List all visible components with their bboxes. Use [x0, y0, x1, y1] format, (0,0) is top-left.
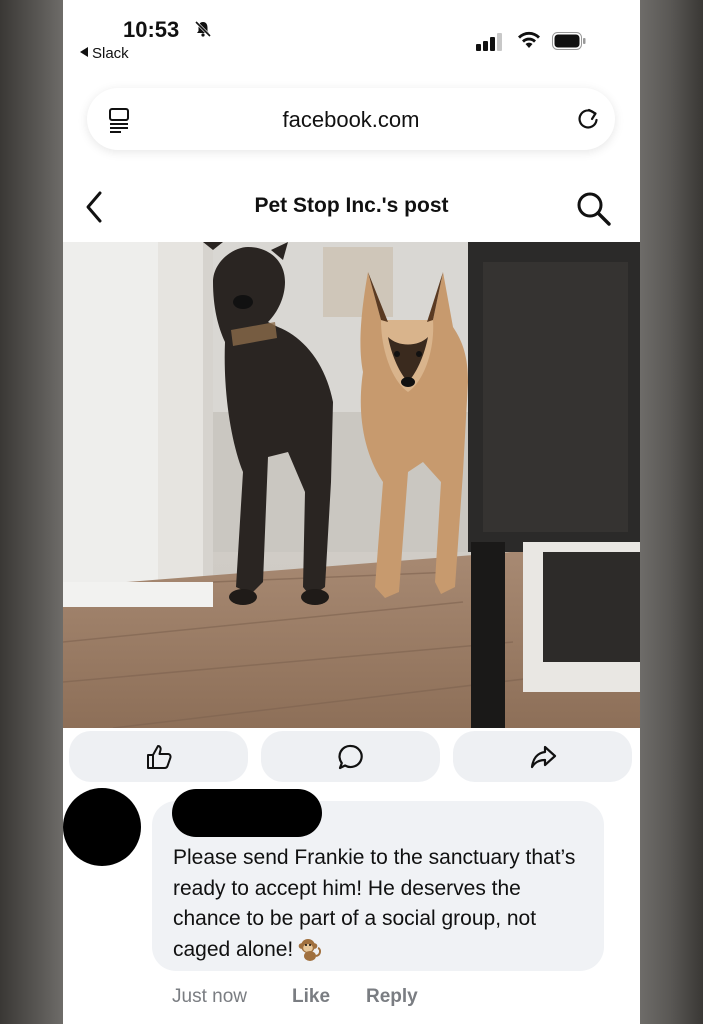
battery-icon [552, 32, 586, 50]
address-bar[interactable]: facebook.com [87, 88, 615, 150]
search-icon[interactable] [575, 190, 613, 228]
comment-bubble: Please send Frankie to the sanctuary tha… [152, 789, 604, 971]
comment-text: Please send Frankie to the sanctuary tha… [173, 846, 576, 961]
url-text[interactable]: facebook.com [87, 107, 615, 133]
comment-icon [337, 744, 363, 769]
post-photo[interactable] [63, 242, 640, 728]
like-icon [146, 744, 172, 769]
share-icon [530, 745, 556, 768]
monkey-emoji [298, 938, 322, 961]
comment-reply-link[interactable]: Reply [366, 986, 418, 1008]
like-button[interactable] [69, 731, 248, 782]
status-time: 10:53 [123, 17, 180, 42]
commenter-avatar[interactable] [63, 788, 141, 866]
redacted-commenter-name [172, 789, 322, 837]
comment-body: Please send Frankie to the sanctuary tha… [173, 843, 583, 965]
two-dogs-illustration [63, 242, 640, 728]
cellular-signal-icon [476, 33, 502, 51]
bell-slash-icon [194, 20, 212, 38]
wifi-icon [518, 31, 540, 48]
back-app-label: Slack [92, 45, 129, 62]
phone-screen: 10:53 Slack facebook.com Pet Stop Inc.'s… [63, 0, 640, 1024]
share-button[interactable] [453, 731, 632, 782]
back-to-app-link[interactable]: Slack [80, 45, 129, 62]
comment-like-link[interactable]: Like [292, 986, 330, 1008]
reload-icon[interactable] [575, 106, 601, 132]
back-triangle-icon [80, 47, 88, 57]
post-title: Pet Stop Inc.'s post [254, 194, 449, 217]
comment-timestamp: Just now [172, 986, 247, 1007]
comment-button[interactable] [261, 731, 440, 782]
